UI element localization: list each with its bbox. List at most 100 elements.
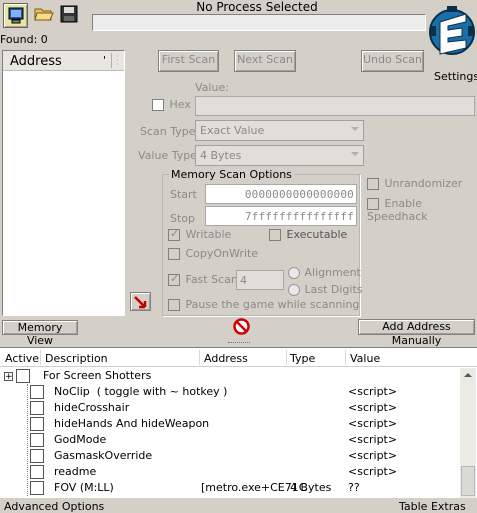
stop-address-input[interactable]: 7fffffffffffffff: [205, 206, 357, 226]
table-group-row[interactable]: + For Screen Shotters: [0, 368, 461, 384]
table-row[interactable]: NoClip ( toggle with ~ hotkey ) <script>: [0, 384, 461, 400]
fast-scan-checkbox[interactable]: ✓ Fast Scan: [168, 272, 238, 286]
scroll-thumb[interactable]: [461, 466, 475, 496]
unrandomizer-checkbox[interactable]: Unrandomizer: [367, 177, 462, 190]
table-extras[interactable]: Table Extras: [399, 500, 466, 513]
table-row[interactable]: GasmaskOverride <script>: [0, 448, 461, 464]
stop-scan-icon[interactable]: [233, 318, 250, 335]
process-title: No Process Selected: [196, 0, 318, 14]
last-digits-radio-circle[interactable]: [288, 284, 300, 296]
red-arrow-icon: [134, 296, 147, 309]
table-row[interactable]: hideCrosshair <script>: [0, 400, 461, 416]
row-active-checkbox[interactable]: [30, 417, 44, 431]
no-entry-icon: [233, 318, 250, 335]
row-active-checkbox[interactable]: [30, 433, 44, 447]
first-scan-button[interactable]: First Scan: [158, 50, 219, 72]
value-input[interactable]: [195, 96, 475, 116]
advanced-options[interactable]: Advanced Options: [4, 500, 104, 513]
settings-label[interactable]: Settings: [434, 70, 477, 83]
fast-scan-value: 4: [240, 274, 247, 287]
row-active-checkbox[interactable]: [30, 401, 44, 415]
alignment-radio[interactable]: Alignment: [288, 266, 361, 279]
row-active-checkbox[interactable]: [30, 385, 44, 399]
save-button[interactable]: [59, 4, 81, 28]
row-value: ??: [348, 481, 360, 494]
memory-view-button[interactable]: Memory View: [2, 320, 78, 347]
header-active[interactable]: Active: [5, 352, 39, 365]
hex-checkbox-box[interactable]: [152, 99, 164, 111]
open-file-button[interactable]: [33, 3, 55, 28]
open-process-button[interactable]: [3, 3, 28, 28]
group-checkbox[interactable]: [16, 369, 30, 383]
fast-scan-input[interactable]: 4: [236, 270, 284, 290]
executable-checkbox[interactable]: Executable: [269, 228, 347, 241]
table-row[interactable]: GodMode <script>: [0, 432, 461, 448]
stop-label: Stop: [170, 212, 196, 225]
folder-open-icon: [34, 8, 54, 21]
pause-game-label: Pause the game while scanning: [185, 298, 360, 311]
row-type: 4 Bytes: [290, 481, 332, 494]
unrandomizer-label: Unrandomizer: [384, 177, 463, 190]
next-scan-button[interactable]: Next Scan: [234, 50, 296, 72]
header-type[interactable]: Type: [290, 352, 315, 365]
alignment-label: Alignment: [304, 266, 361, 279]
cheat-table[interactable]: Active Description Address Type Value + …: [0, 347, 477, 498]
row-active-checkbox[interactable]: [30, 481, 44, 495]
column-splitter: [111, 53, 112, 68]
value-type-select[interactable]: 4 Bytes: [195, 145, 364, 166]
unrandomizer-checkbox-box[interactable]: [367, 178, 379, 190]
splitter[interactable]: [0, 340, 477, 346]
enable-speedhack-checkbox-box[interactable]: [367, 198, 379, 210]
start-address-value: 0000000000000000: [244, 188, 354, 201]
scan-type-value: Exact Value: [200, 124, 265, 137]
add-to-list-button[interactable]: [130, 292, 151, 311]
vertical-scrollbar[interactable]: [460, 368, 476, 498]
row-description: NoClip ( toggle with ~ hotkey ): [54, 385, 228, 398]
last-digits-radio[interactable]: Last Digits: [288, 283, 363, 296]
executable-checkbox-box[interactable]: [269, 229, 281, 241]
table-row[interactable]: hideHands And hideWeapon <script>: [0, 416, 461, 432]
row-value: <script>: [348, 401, 398, 414]
header-value[interactable]: Value: [350, 352, 380, 365]
writable-label: Writable: [185, 228, 232, 241]
table-header: Active Description Address Type Value: [0, 348, 477, 367]
found-address-list[interactable]: Address ' · · ·: [2, 50, 125, 316]
address-column-header[interactable]: Address ' · · ·: [3, 51, 124, 71]
header-description[interactable]: Description: [45, 352, 108, 365]
fast-scan-checkbox-box[interactable]: ✓: [168, 272, 180, 286]
checkmark-icon: ✓: [170, 227, 180, 240]
copyonwrite-checkbox[interactable]: CopyOnWrite: [168, 247, 258, 260]
add-address-manually-button[interactable]: Add Address Manually: [358, 319, 475, 347]
writable-checkbox-box[interactable]: ✓: [168, 227, 180, 241]
fast-scan-label: Fast Scan: [185, 273, 238, 286]
copyonwrite-label: CopyOnWrite: [185, 247, 259, 260]
expand-plus-icon[interactable]: +: [4, 372, 13, 382]
writable-checkbox[interactable]: ✓ Writable: [168, 227, 232, 241]
header-address[interactable]: Address: [204, 352, 248, 365]
scan-type-label: Scan Type: [140, 125, 196, 138]
undo-scan-button[interactable]: Undo Scan: [361, 50, 424, 72]
pause-game-checkbox-box[interactable]: [168, 299, 180, 311]
start-label: Start: [170, 188, 197, 201]
row-active-checkbox[interactable]: [30, 449, 44, 463]
cheat-engine-logo[interactable]: [428, 0, 477, 68]
row-active-checkbox[interactable]: [30, 465, 44, 479]
table-row[interactable]: readme <script>: [0, 464, 461, 480]
hex-checkbox[interactable]: Hex: [152, 98, 191, 111]
pause-game-checkbox[interactable]: Pause the game while scanning: [168, 298, 359, 311]
progress-bar: [92, 14, 426, 31]
alignment-radio-circle[interactable]: [288, 267, 300, 279]
row-value: <script>: [348, 433, 398, 446]
row-description: readme: [54, 465, 97, 478]
group-description: For Screen Shotters: [43, 369, 152, 382]
header-divider: [286, 350, 287, 365]
copyonwrite-checkbox-box[interactable]: [168, 248, 180, 260]
table-row[interactable]: FOV (M:LL) [metro.exe+CE71C 4 Bytes ??: [0, 480, 461, 496]
cheat-engine-logo-icon: [429, 6, 475, 55]
found-count: Found: 0: [0, 33, 48, 46]
computer-icon: [8, 7, 23, 24]
start-address-input[interactable]: 0000000000000000: [205, 184, 357, 204]
enable-speedhack-checkbox[interactable]: Enable Speedhack: [367, 197, 477, 223]
scroll-up-button[interactable]: [460, 368, 476, 384]
scan-type-select[interactable]: Exact Value: [195, 120, 364, 141]
